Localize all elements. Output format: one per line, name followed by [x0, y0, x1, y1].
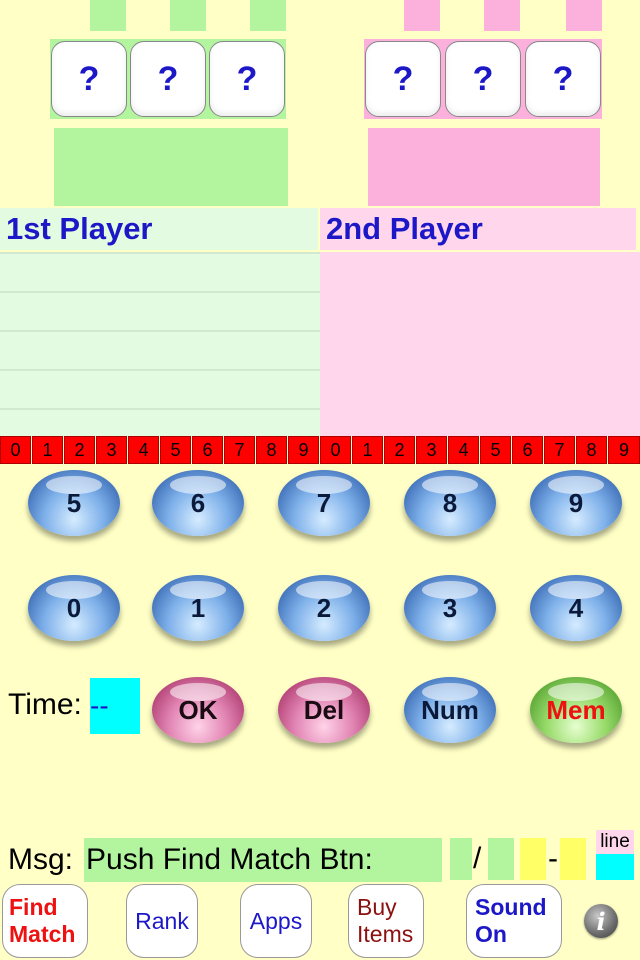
p1-hidden-digit-1: ? — [51, 41, 127, 117]
apps-button[interactable]: Apps — [240, 884, 312, 958]
p1-guess-row-4 — [0, 369, 320, 408]
key-9-button[interactable]: 9 — [530, 470, 622, 536]
p1-hidden-digit-2: ? — [130, 41, 206, 117]
ok-button[interactable]: OK — [152, 677, 244, 743]
key-7-button[interactable]: 7 — [278, 470, 370, 536]
p2-guess-area — [320, 252, 640, 436]
p1-tab-marker-2 — [170, 0, 206, 31]
p1-guess-row-2 — [0, 291, 320, 330]
digit-strip-cell: 6 — [192, 436, 223, 464]
p2-hidden-digit-1: ? — [365, 41, 441, 117]
num-button[interactable]: Num — [404, 677, 496, 743]
rank-button[interactable]: Rank — [126, 884, 198, 958]
message-slot-yellow-2 — [560, 838, 586, 880]
time-label: Time: — [8, 688, 82, 721]
key-1-button[interactable]: 1 — [152, 575, 244, 641]
info-icon-glyph: i — [596, 906, 606, 936]
line-label: line — [596, 830, 634, 854]
p1-hidden-digit-3: ? — [209, 41, 285, 117]
p2-tab-marker-1 — [404, 0, 440, 31]
message-slot-yellow-1 — [520, 838, 546, 880]
digit-strip-cell: 1 — [32, 436, 63, 464]
line-indicator — [596, 854, 634, 880]
key-6-button[interactable]: 6 — [152, 470, 244, 536]
digit-strip-cell: 3 — [416, 436, 447, 464]
digit-strip-cell: 7 — [544, 436, 575, 464]
digit-strip-cell: 4 — [448, 436, 479, 464]
digit-strip-cell: 4 — [128, 436, 159, 464]
digit-strip-cell: 0 — [320, 436, 351, 464]
key-2-button[interactable]: 2 — [278, 575, 370, 641]
p1-tab-marker-1 — [90, 0, 126, 31]
message-slot-green-1 — [450, 838, 472, 880]
p1-guess-row-1 — [0, 252, 320, 291]
digit-strip-cell: 8 — [576, 436, 607, 464]
digit-strip-cell: 8 — [256, 436, 287, 464]
key-4-button[interactable]: 4 — [530, 575, 622, 641]
time-value: -- — [90, 678, 140, 734]
p2-hidden-digit-2: ? — [445, 41, 521, 117]
p2-status-block — [368, 128, 600, 206]
sound-toggle-button[interactable]: Sound On — [466, 884, 562, 958]
p2-hidden-digit-3: ? — [525, 41, 601, 117]
message-dash: - — [548, 842, 558, 875]
key-0-button[interactable]: 0 — [28, 575, 120, 641]
key-5-button[interactable]: 5 — [28, 470, 120, 536]
digit-strip-cell: 9 — [608, 436, 640, 464]
digit-strip-cell: 2 — [384, 436, 415, 464]
p2-tab-marker-2 — [484, 0, 520, 31]
digit-strip-cell: 9 — [288, 436, 319, 464]
message-label: Msg: — [8, 843, 74, 876]
p1-status-block — [54, 128, 288, 206]
digit-strip-cell: 6 — [512, 436, 543, 464]
p1-guess-row-5 — [0, 408, 320, 436]
info-icon[interactable]: i — [584, 904, 618, 938]
find-match-button[interactable]: Find Match — [2, 884, 88, 958]
message-slot-green-2 — [488, 838, 514, 880]
digit-strip-cell: 3 — [96, 436, 127, 464]
key-8-button[interactable]: 8 — [404, 470, 496, 536]
buy-items-button[interactable]: Buy Items — [348, 884, 424, 958]
key-3-button[interactable]: 3 — [404, 575, 496, 641]
message-text: Push Find Match Btn: — [84, 838, 442, 882]
p1-guess-row-3 — [0, 330, 320, 369]
digit-strip-cell: 0 — [0, 436, 31, 464]
mem-button[interactable]: Mem — [530, 677, 622, 743]
digit-strip-cell: 5 — [160, 436, 191, 464]
delete-button[interactable]: Del — [278, 677, 370, 743]
digit-strip-cell: 7 — [224, 436, 255, 464]
message-slash: / — [473, 842, 482, 875]
digit-strip-cell: 2 — [64, 436, 95, 464]
digit-strip-cell: 1 — [352, 436, 383, 464]
p1-tab-marker-3 — [250, 0, 286, 31]
p2-tab-marker-3 — [566, 0, 602, 31]
player1-name: 1st Player — [0, 208, 318, 250]
digit-strip-cell: 5 — [480, 436, 511, 464]
player2-name: 2nd Player — [320, 208, 636, 250]
